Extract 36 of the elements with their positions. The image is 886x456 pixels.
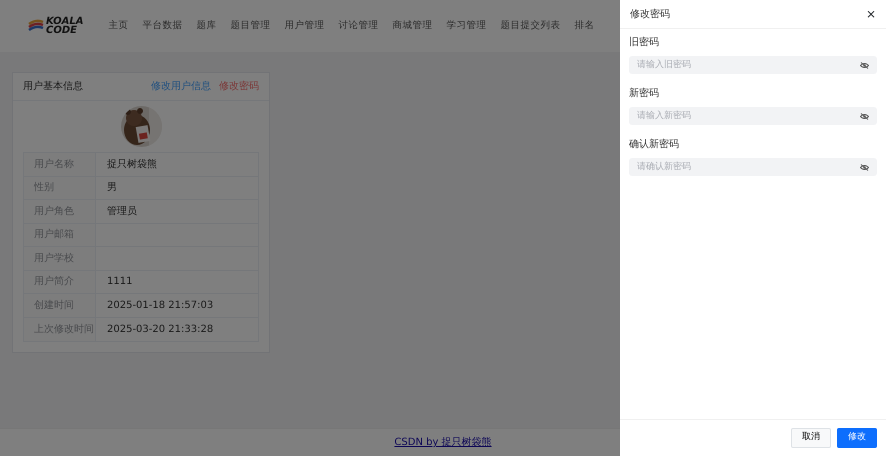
field-label: 确认新密码 xyxy=(629,138,680,152)
edit-user-link[interactable]: 修改用户信息 xyxy=(151,79,211,94)
nav-link[interactable]: 商城管理 xyxy=(385,18,440,34)
nav-link[interactable]: 平台数据 xyxy=(135,18,190,34)
field-value: 捉只树袋熊 xyxy=(106,158,157,172)
field-value: 1111 xyxy=(106,275,132,290)
nav-link[interactable]: 用户管理 xyxy=(277,18,332,34)
card-title: 用户基本信息 xyxy=(23,80,83,94)
submit-button[interactable]: 修改 xyxy=(837,428,877,448)
eye-slash-icon[interactable] xyxy=(860,112,869,120)
field-value: 2025-01-18 21:57:03 xyxy=(106,298,214,313)
field-value: 管理员 xyxy=(106,204,137,219)
nav-link[interactable]: 题目提交列表 xyxy=(493,18,568,34)
change-password-link[interactable]: 修改密码 xyxy=(219,79,259,94)
nav-link[interactable]: 排名 xyxy=(567,18,602,34)
cancel-button[interactable]: 取消 xyxy=(791,428,831,448)
field-label: 旧密码 xyxy=(629,36,660,50)
nav-link[interactable]: 学习管理 xyxy=(439,18,494,34)
logo-text: KOALA xyxy=(46,17,84,26)
footer-link[interactable]: CSDN by 捉只树袋熊 xyxy=(394,435,492,450)
password-field[interactable]: 请确认新密码 xyxy=(629,158,877,176)
close-button[interactable]: × xyxy=(866,8,876,20)
password-field[interactable]: 请输入旧密码 xyxy=(629,56,877,74)
password-field[interactable]: 请输入新密码 xyxy=(629,107,877,125)
field-label: 新密码 xyxy=(629,86,660,101)
eye-slash-icon[interactable] xyxy=(860,62,869,68)
field-value: 男 xyxy=(106,181,117,196)
logo-icon xyxy=(28,19,44,33)
logo-text: CODE xyxy=(46,26,78,35)
nav-link[interactable]: 题目管理 xyxy=(223,18,278,34)
eye-slash-icon[interactable] xyxy=(860,164,869,170)
drawer-title: 修改密码 xyxy=(630,8,670,22)
nav-link[interactable]: 题库 xyxy=(189,18,224,34)
nav-link[interactable]: 主页 xyxy=(101,18,136,34)
field-value: 2025-03-20 21:33:28 xyxy=(106,322,214,337)
nav-link[interactable]: 讨论管理 xyxy=(331,18,386,34)
